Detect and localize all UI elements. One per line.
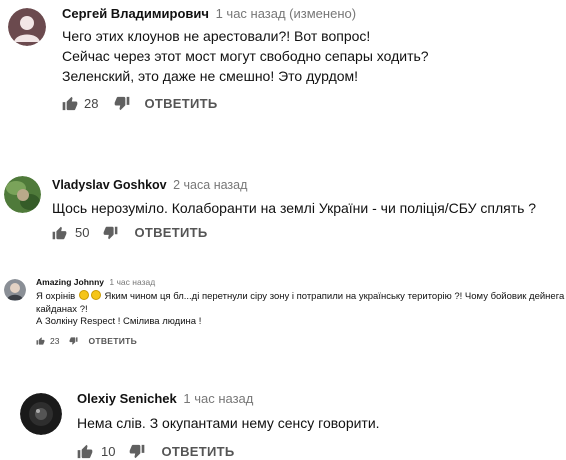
avatar[interactable]: [4, 279, 26, 301]
comment-header: Vladyslav Goshkov 2 часа назад: [52, 177, 536, 193]
comment-text: Щось нерозуміло. Колаборанти на землі Ук…: [52, 198, 536, 218]
reply-button[interactable]: ОТВЕТИТЬ: [161, 444, 234, 459]
like-count: 10: [101, 444, 116, 459]
timestamp[interactable]: 2 часа назад: [173, 178, 247, 192]
comment-body: Vladyslav Goshkov 2 часа назад Щось неро…: [52, 177, 536, 218]
comment-line-part: Я охрінів: [36, 291, 76, 302]
comment-text: Нема слів. З окупантами нему сенсу говор…: [77, 413, 380, 433]
comment-3: Amazing Johnny 1 час назад Я охрінів Яки…: [0, 273, 566, 353]
reply-button[interactable]: ОТВЕТИТЬ: [88, 336, 137, 346]
comment-4: Olexiy Senichek 1 час назад Нема слів. З…: [0, 383, 566, 460]
comment-actions: 28 ОТВЕТИТЬ: [62, 96, 218, 111]
comment-line: А Золкіну Respect ! Смілива людина !: [36, 316, 202, 327]
comment-1: Сергей Владимирович 1 час назад (изменен…: [0, 0, 566, 125]
comment-actions: 10 ОТВЕТИТЬ: [77, 444, 235, 459]
comment-line: Я охрінів Яким чином ця бл...ді перетнул…: [36, 290, 566, 304]
comment-line: Сейчас через этот мост могут свободно се…: [62, 48, 429, 64]
timestamp[interactable]: 1 час назад (изменено): [216, 6, 356, 21]
reply-button[interactable]: ОТВЕТИТЬ: [134, 225, 207, 240]
comment-line: Чего этих клоунов не арестовали?! Вот во…: [62, 28, 371, 44]
avatar[interactable]: [4, 176, 41, 213]
comment-header: Amazing Johnny 1 час назад: [36, 276, 566, 288]
thumbs-up-icon[interactable]: [52, 226, 67, 240]
smiley-emoji-icon: [78, 290, 89, 300]
comment-line-part: Яким чином ця бл...ді перетнули сіру зон…: [104, 291, 566, 302]
smiley-emoji-icon: [90, 290, 101, 300]
avatar[interactable]: [8, 8, 46, 46]
author-name[interactable]: Сергей Владимирович: [62, 6, 209, 21]
comment-2: Vladyslav Goshkov 2 часа назад Щось неро…: [0, 170, 566, 250]
author-name[interactable]: Vladyslav Goshkov: [52, 178, 167, 192]
thumbs-down-icon[interactable]: [69, 337, 78, 345]
comment-line: кайданах ?!: [36, 303, 88, 315]
thumbs-down-icon[interactable]: [129, 444, 145, 459]
comment-header: Olexiy Senichek 1 час назад: [77, 391, 380, 407]
comment-body: Olexiy Senichek 1 час назад Нема слів. З…: [77, 391, 380, 433]
comment-actions: 50 ОТВЕТИТЬ: [52, 225, 208, 240]
author-name[interactable]: Olexiy Senichek: [77, 391, 177, 406]
like-count: 23: [50, 336, 60, 346]
comment-header: Сергей Владимирович 1 час назад (изменен…: [62, 6, 429, 22]
like-count: 28: [84, 96, 99, 111]
comment-text: Чего этих клоунов не арестовали?! Вот во…: [62, 26, 429, 86]
comment-body: Сергей Владимирович 1 час назад (изменен…: [62, 6, 429, 86]
comment-line: Нема слів. З окупантами нему сенсу говор…: [77, 415, 380, 431]
comment-line: Зеленский, это даже не смешно! Это дурдо…: [62, 68, 359, 84]
comment-body: Amazing Johnny 1 час назад Я охрінів Яки…: [36, 276, 566, 329]
thumbs-down-icon[interactable]: [114, 96, 130, 111]
timestamp[interactable]: 1 час назад: [109, 277, 155, 287]
comment-actions: 23 ОТВЕТИТЬ: [36, 336, 137, 346]
timestamp[interactable]: 1 час назад: [183, 391, 253, 406]
reply-button[interactable]: ОТВЕТИТЬ: [144, 96, 217, 111]
comment-line: Щось нерозуміло. Колаборанти на землі Ук…: [52, 200, 537, 216]
author-name[interactable]: Amazing Johnny: [36, 277, 104, 287]
thumbs-down-icon[interactable]: [103, 226, 118, 240]
like-count: 50: [75, 225, 90, 240]
comment-text: Я охрінів Яким чином ця бл...ді перетнул…: [36, 290, 566, 329]
avatar[interactable]: [20, 393, 62, 435]
thumbs-up-icon[interactable]: [62, 96, 78, 111]
thumbs-up-icon[interactable]: [77, 444, 93, 459]
thumbs-up-icon[interactable]: [36, 337, 45, 345]
